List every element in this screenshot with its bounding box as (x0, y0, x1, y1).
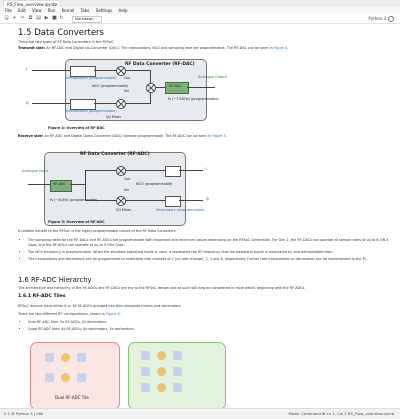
cos-label: Cos (124, 76, 131, 80)
adc-nco-label: NCO (programmable) (136, 182, 173, 186)
hierarchy-title: 1.6 RF-ADC Hierarchy (18, 276, 92, 284)
nco-label: NCO (programmable) (92, 84, 129, 88)
receive-paragraph: Receive side: An RF-ADC and Digital Down… (18, 134, 383, 139)
adc-iq-mixer-label: I/Q Mixer (116, 208, 132, 212)
mixer-icon (157, 367, 166, 376)
decimators-label: Decimators (programmable) (156, 208, 205, 212)
kernel-name[interactable]: Python 3 (368, 14, 386, 23)
dac-q-label: Q (26, 101, 29, 105)
rf-dac-label: RF-DAC (169, 84, 182, 88)
receive-label: Receive side: (18, 134, 44, 138)
adc-mixer-i (116, 166, 126, 176)
quad-adc-tile (128, 342, 226, 408)
adc-icon (141, 367, 150, 376)
interp-top-label: Interpolators (programmable) (66, 76, 117, 80)
mixer-icon (157, 351, 166, 360)
save-icon[interactable]: 🖫 (3, 15, 10, 22)
menu-tabs[interactable]: Tabs (81, 8, 90, 13)
dual-adc-tile: Dual RF-ADC Tile (30, 342, 120, 408)
analogue-output-label: Analogue Output (198, 75, 227, 79)
tiles-text-2-body: There are two different RF configuration… (18, 312, 105, 316)
tiles-title: 1.6.1 RF-ADC Tiles (18, 294, 66, 299)
cut-icon[interactable]: ✂ (19, 15, 26, 22)
transmit-text: An RF-DAC and Digital Up-Converter (DUC)… (46, 46, 273, 50)
adc-icon (45, 373, 54, 382)
dual-tile-label: Dual RF-ADC Tile (55, 395, 89, 400)
adc-mixer-q (116, 196, 126, 206)
notebook-tab[interactable]: RS_Flow_overview.ipynb × (3, 0, 61, 7)
rf-dac-title: RF Data Converter (RF-DAC) (125, 62, 195, 67)
restart-icon[interactable]: ↻ (58, 15, 65, 22)
converter-bullets: The sampling rates for the RF-DACs and R… (18, 238, 393, 264)
figure-4-caption: Figure 4: Overview of RF-DAC (48, 126, 105, 130)
adc-cos-label: Cos (124, 177, 131, 181)
decimator-icon (77, 353, 86, 362)
adc-icon (141, 351, 150, 360)
adc-icon (141, 383, 150, 392)
section-title: 1.5 Data Converters (18, 28, 104, 38)
menu-kernel[interactable]: Kernel (62, 8, 75, 13)
notable-text: A notable benefit to the RFSoC is the hi… (18, 229, 177, 233)
intro-text: There are two types of RF Data Converter… (18, 40, 115, 44)
adc-i-label: I (206, 167, 207, 171)
mixer-icon (157, 383, 166, 392)
decimator-icon (173, 351, 182, 360)
copy-icon[interactable]: ⧉ (27, 15, 34, 22)
summer-node (146, 83, 156, 93)
mixer-i (116, 66, 126, 76)
decimator-icon (173, 367, 182, 376)
tiles-text-1: RFSoC devices have either 8 or 16 RF-ADC… (18, 304, 182, 308)
tiles-text-2: There are two different RF configuration… (18, 312, 383, 317)
decimator-i-block (165, 166, 181, 177)
bullet-dual: Dual RF-ADC tiles: 2x RF-ADCs, 2x decima… (28, 320, 328, 325)
menu-run[interactable]: Run (48, 8, 56, 13)
cell-type-select[interactable]: Markdown (72, 16, 102, 23)
menu-view[interactable]: View (32, 8, 42, 13)
dac-i-label: I (26, 67, 27, 71)
bullet-sampling: The sampling rates for the RF-DACs and R… (28, 238, 393, 248)
decimator-icon (77, 373, 86, 382)
figure-6-link[interactable]: Figure 6: (106, 312, 121, 316)
transmit-paragraph: Transmit side: An RF-DAC and Digital Up-… (18, 46, 383, 51)
bullet-quad: Quad RF-ADC tiles: 4x RF-ADCs, 4x decima… (28, 327, 328, 332)
notebook-content[interactable]: 1.5 Data Converters There are two types … (0, 24, 400, 408)
menu-file[interactable]: File (5, 8, 12, 13)
mixer-icon (61, 353, 70, 362)
stop-icon[interactable]: ■ (51, 15, 58, 22)
mixer-q (116, 99, 126, 109)
decimator-q-block (165, 196, 181, 207)
mixer-icon (61, 373, 70, 382)
tile-bullets: Dual RF-ADC tiles: 2x RF-ADCs, 2x decima… (18, 320, 328, 334)
adc-sin-label: Sin (124, 188, 130, 192)
paste-icon[interactable]: ▤ (35, 15, 42, 22)
sin-label: Sin (124, 89, 130, 93)
menu-help[interactable]: Help (118, 8, 127, 13)
status-bar: 0 1 ⚙ Python 3 | Idle Mode: Command ⊕ Ln… (0, 408, 400, 419)
kernel-status-icon (388, 16, 394, 22)
bullet-nco: The NCO frequency is programmable. When … (28, 250, 393, 255)
rf-adc-label: RF-ADC (53, 182, 66, 186)
receive-text: An RF-ADC and Digital Down-Converter (DD… (44, 134, 212, 138)
adc-icon (45, 353, 54, 362)
dac-fs-label: fs (~7.5GHz) (programmable) (168, 97, 219, 101)
menu-settings[interactable]: Settings (96, 8, 112, 13)
run-icon[interactable]: ▶ (43, 15, 50, 22)
figure-5-caption: Figure 5: Overview of RF-ADC (48, 220, 105, 224)
menu-edit[interactable]: Edit (18, 8, 26, 13)
add-cell-icon[interactable]: + (11, 15, 18, 22)
analogue-input-label: Analogue Input (22, 169, 48, 173)
figure-5-link[interactable]: Figure 5. (212, 134, 227, 138)
bullet-interp: The interpolators and decimators can be … (28, 257, 393, 262)
adc-q-label: Q (206, 197, 209, 201)
transmit-label: Transmit side: (18, 46, 46, 50)
notebook-toolbar: 🖫 + ✂ ⧉ ▤ ▶ ■ ↻ ⏩ Markdown Python 3 (0, 14, 400, 24)
hierarchy-text: The architecture and hierarchy of the RF… (18, 286, 306, 290)
iq-mixer-label: I/Q Mixer (106, 115, 122, 119)
interp-bottom-label: Interpolators (programmable) (66, 109, 117, 113)
decimator-icon (173, 383, 182, 392)
figure-4-link[interactable]: Figure 4. (274, 46, 289, 50)
rf-adc-title: RF Data Converter (RF-ADC) (80, 152, 150, 157)
